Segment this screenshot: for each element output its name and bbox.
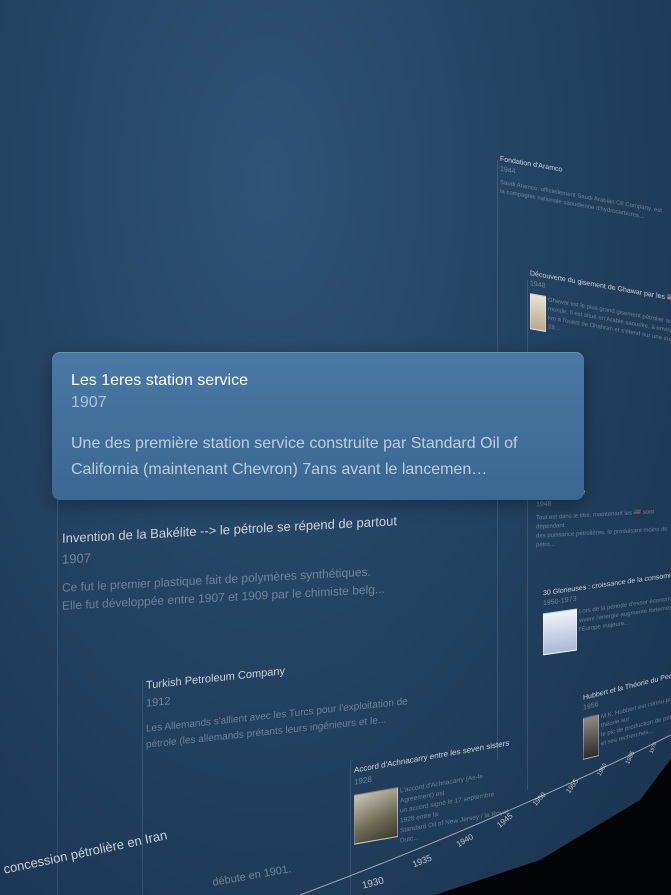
event-description: L'accord d'Achnacarry (As-Is Agreement) … (400, 773, 509, 845)
popup-title: Les 1eres station service (71, 372, 248, 389)
axis-label-1935: 1935 (410, 852, 434, 870)
event-bakelite[interactable]: Invention de la Bakélite --> le pétrole … (62, 513, 397, 615)
axis-label-1950: 1950 (531, 791, 548, 808)
timeline-guide-line (57, 500, 58, 895)
event-chart-thumbnail (543, 608, 577, 656)
axis-label-1965: 1965 (625, 750, 637, 766)
event-description: Tout est dans le titre, maintenant les 🇺… (536, 509, 668, 549)
timeline-stage[interactable]: Invention de la Bakélite --> le pétrole … (0, 0, 671, 895)
axis-label-1955: 1955 (565, 778, 581, 795)
event-thumbnail-image (530, 293, 546, 332)
timeline-guide-line (350, 760, 351, 895)
axis-label-1960: 1960 (596, 762, 609, 778)
event-description: Ce fut le premier plastique fait de poly… (62, 564, 385, 613)
axis-label-1970: 1970 (648, 741, 659, 755)
event-turkish-petroleum[interactable]: Turkish Petroleum Company 1912 Les Allem… (146, 652, 408, 754)
event-title: concession pétrolière en Iran (2, 827, 169, 877)
event-thumbnail-image (354, 786, 398, 845)
axis-label-1930: 1930 (360, 875, 386, 892)
event-achnacarry[interactable]: Accord d'Achnacarry entre les seven sist… (354, 738, 509, 845)
popup-description: Une des première station service constru… (71, 435, 518, 478)
event-detail-popup[interactable]: Les 1eres station service 1907 Une des p… (52, 352, 584, 500)
timeline-guide-line (142, 680, 143, 895)
event-ghawar[interactable]: Découverte du gisement de Ghawar par les… (530, 269, 671, 355)
event-aramco[interactable]: Fondation d'Aramco 1944 Saudi Aramco, of… (500, 156, 662, 226)
event-30-glorieuses[interactable]: 30 Glorieuses : croissance de la consomm… (543, 570, 671, 656)
event-portrait-thumbnail (583, 713, 599, 760)
event-hubbert[interactable]: Hubbert et la Théorie du Peak Oil 1956 M… (583, 669, 671, 760)
popup-year: 1907 (71, 394, 107, 411)
event-iran-concession[interactable]: concession pétrolière en Iran (2, 827, 168, 876)
event-iran-description: débute en 1901. (211, 863, 292, 889)
